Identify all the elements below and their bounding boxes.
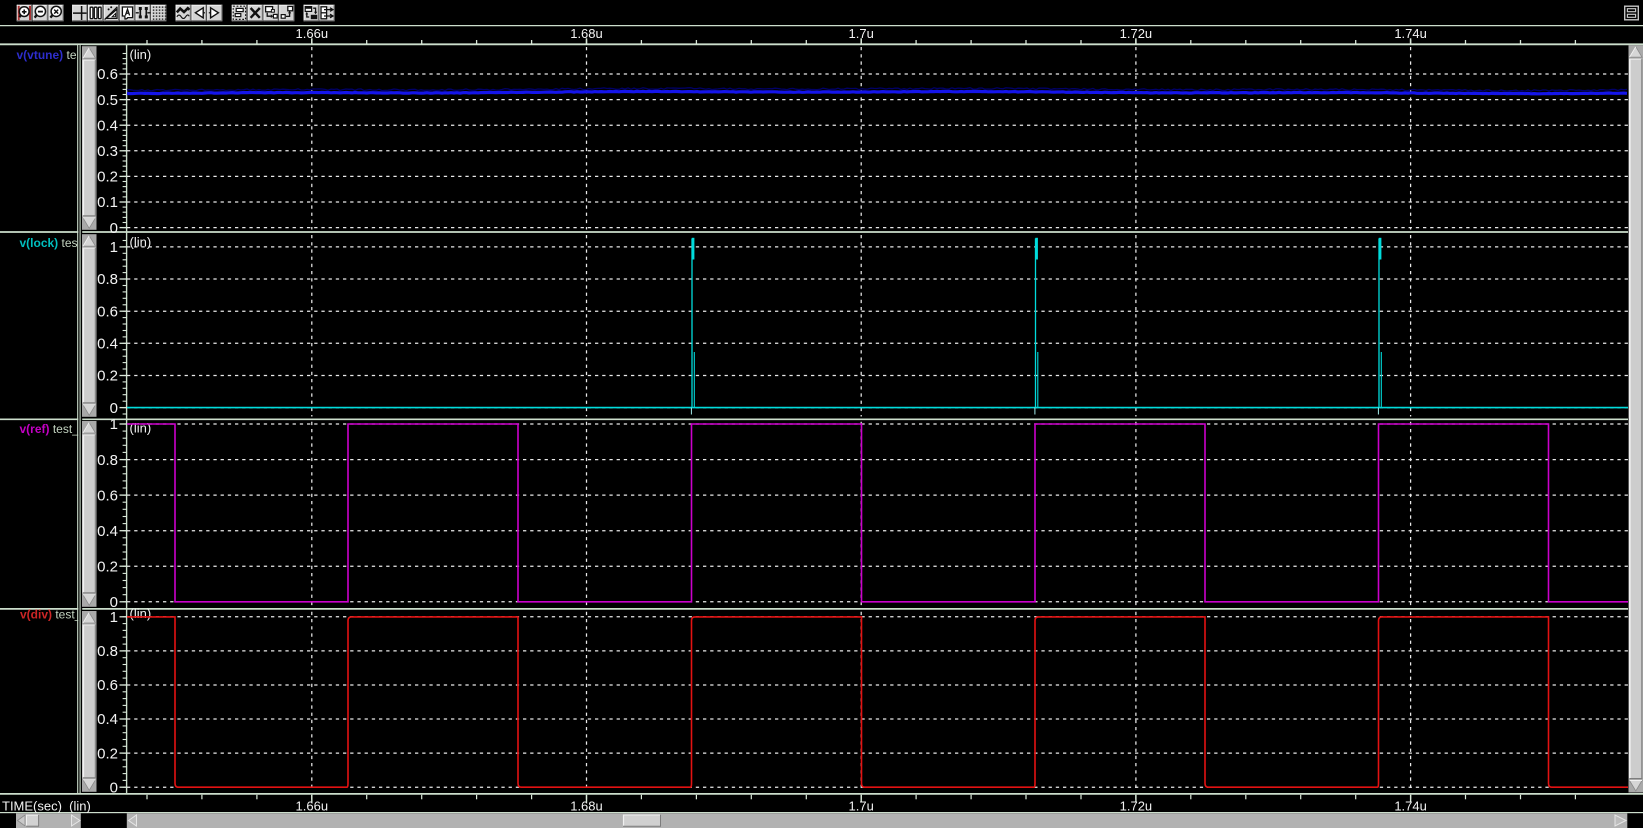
- svg-text:v(lock) tes: v(lock) tes: [20, 236, 78, 250]
- svg-text:0.6: 0.6: [97, 487, 118, 504]
- svg-text:0.2: 0.2: [97, 169, 118, 186]
- svg-text:0.2: 0.2: [97, 368, 118, 385]
- svg-text:1: 1: [110, 239, 118, 256]
- svg-text:0.6: 0.6: [97, 66, 118, 83]
- svg-text:0.5: 0.5: [97, 92, 118, 109]
- svg-text:(lin): (lin): [130, 606, 152, 621]
- svg-text:0.8: 0.8: [97, 643, 118, 660]
- svg-text:0.2: 0.2: [97, 745, 118, 762]
- svg-text:v(vtune) te: v(vtune) te: [17, 48, 77, 62]
- svg-text:0.2: 0.2: [97, 558, 118, 575]
- svg-text:v(ref) test_: v(ref) test_: [20, 422, 80, 436]
- svg-text:1.68u: 1.68u: [570, 26, 603, 41]
- svg-text:1.7u: 1.7u: [849, 799, 874, 814]
- svg-text:1.66u: 1.66u: [296, 26, 329, 41]
- svg-text:0.3: 0.3: [97, 143, 118, 160]
- svg-text:1.72u: 1.72u: [1120, 26, 1153, 41]
- svg-text:1.74u: 1.74u: [1394, 26, 1427, 41]
- svg-text:0.6: 0.6: [97, 303, 118, 320]
- svg-text:0.4: 0.4: [97, 336, 118, 353]
- svg-text:1.72u: 1.72u: [1120, 799, 1153, 814]
- svg-text:(lin): (lin): [130, 47, 152, 62]
- svg-text:0.4: 0.4: [97, 523, 118, 540]
- svg-text:(lin): (lin): [130, 421, 152, 436]
- svg-text:0.4: 0.4: [97, 117, 118, 134]
- svg-text:0.8: 0.8: [97, 452, 118, 469]
- svg-text:0.4: 0.4: [97, 711, 118, 728]
- svg-text:(lin): (lin): [130, 234, 152, 249]
- svg-text:1.66u: 1.66u: [296, 799, 329, 814]
- svg-text:v(div) test_: v(div) test_: [20, 608, 82, 622]
- svg-text:1.74u: 1.74u: [1394, 799, 1427, 814]
- svg-text:0.1: 0.1: [97, 194, 118, 211]
- svg-text:0: 0: [110, 220, 118, 237]
- svg-text:1: 1: [110, 416, 118, 433]
- svg-text:1: 1: [110, 609, 118, 626]
- svg-text:TIME(sec) (lin): TIME(sec) (lin): [2, 799, 91, 814]
- svg-text:1.7u: 1.7u: [849, 26, 874, 41]
- svg-text:0.6: 0.6: [97, 677, 118, 694]
- svg-text:1.68u: 1.68u: [570, 799, 603, 814]
- svg-text:0.8: 0.8: [97, 271, 118, 288]
- svg-text:0: 0: [110, 400, 118, 417]
- svg-text:0: 0: [110, 779, 118, 796]
